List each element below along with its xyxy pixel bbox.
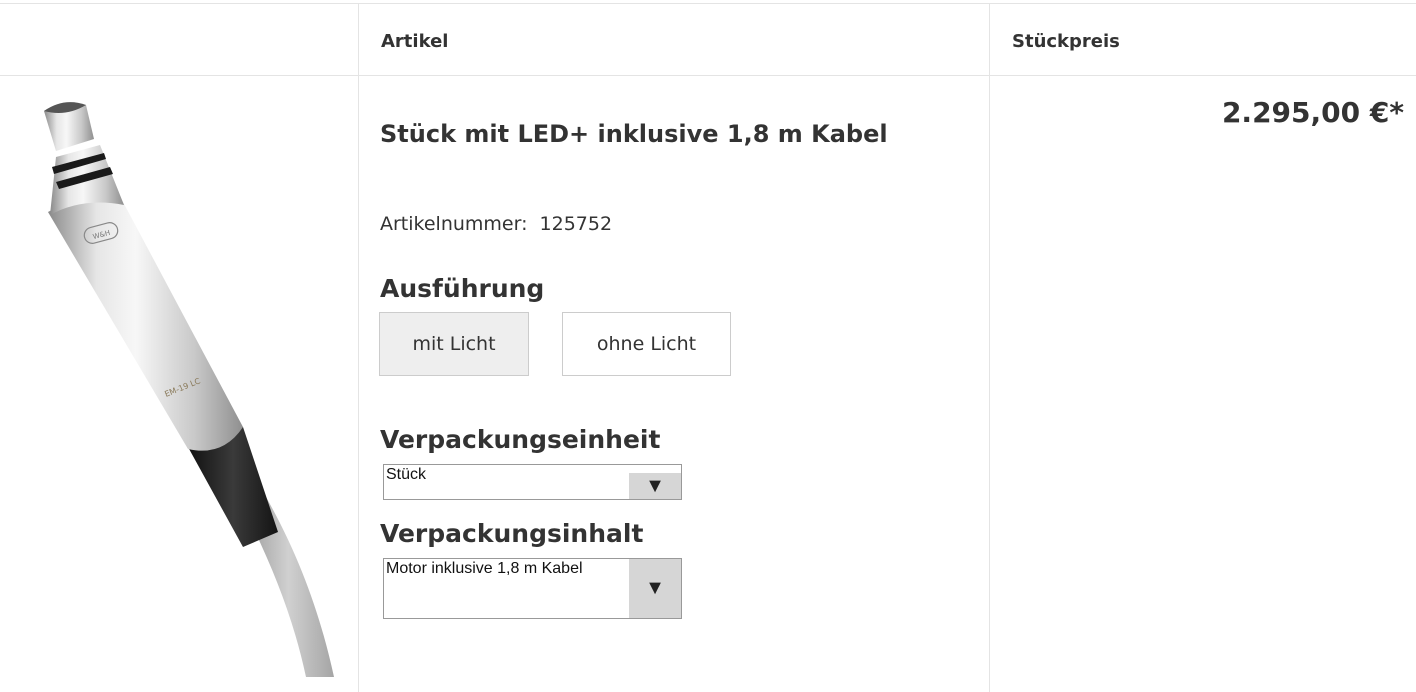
verpackungseinheit-select[interactable]: Stück ▼ — [383, 464, 682, 500]
product-image[interactable]: W&H EM-19 LC — [38, 97, 338, 677]
option-mit-licht[interactable]: mit Licht — [379, 312, 529, 376]
variant-label-verpackungsinhalt: Verpackungsinhalt — [380, 519, 644, 548]
chevron-down-icon: ▼ — [629, 473, 681, 499]
verpackungseinheit-value: Stück — [386, 466, 427, 483]
header-bottom-border — [0, 75, 1416, 76]
product-title[interactable]: Stück mit LED+ inklusive 1,8 m Kabel — [380, 109, 940, 159]
verpackungsinhalt-value: Motor inklusive 1,8 m Kabel — [386, 560, 583, 577]
column-header-unit-price: Stückpreis — [1012, 31, 1120, 52]
chevron-down-icon: ▼ — [629, 559, 681, 618]
column-divider — [358, 3, 359, 692]
column-divider — [989, 3, 990, 692]
column-header-article: Artikel — [381, 31, 449, 52]
option-ohne-licht[interactable]: ohne Licht — [562, 312, 731, 376]
unit-price: 2.295,00 €* — [1221, 96, 1404, 129]
variant-label-verpackungseinheit: Verpackungseinheit — [380, 425, 661, 454]
article-number-label: Artikelnummer: — [380, 213, 528, 235]
article-number-value: 125752 — [539, 213, 613, 235]
header-top-border — [0, 3, 1416, 4]
article-number: Artikelnummer: 125752 — [380, 213, 612, 235]
variant-label-ausfuehrung: Ausführung — [380, 274, 545, 303]
verpackungsinhalt-select[interactable]: Motor inklusive 1,8 m Kabel ▼ — [383, 558, 682, 619]
